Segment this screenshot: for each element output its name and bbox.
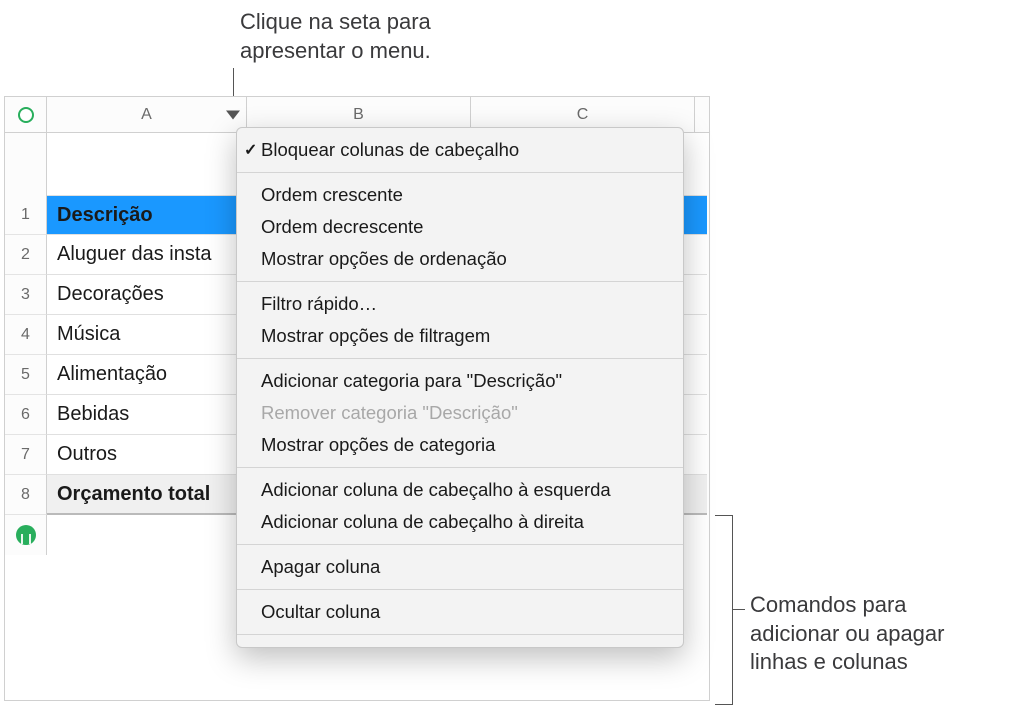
table-cell: Decorações — [47, 283, 247, 306]
column-header-label: C — [577, 106, 589, 124]
annotation-top: Clique na seta para apresentar o menu. — [240, 8, 431, 65]
select-handle-icon — [18, 107, 34, 123]
table-cell: Bebidas — [47, 403, 247, 426]
equals-icon — [16, 525, 36, 545]
select-all-corner[interactable] — [5, 97, 47, 133]
add-row-button[interactable] — [5, 515, 47, 555]
menu-item-sort-ascending[interactable]: Ordem crescente — [237, 179, 683, 211]
column-header-label: B — [353, 106, 364, 124]
menu-separator — [237, 467, 683, 468]
menu-item-remove-category: Remover categoria "Descrição" — [237, 397, 683, 429]
table-footer-cell: Orçamento total — [47, 483, 247, 506]
menu-item-add-category[interactable]: Adicionar categoria para "Descrição" — [237, 365, 683, 397]
menu-separator — [237, 544, 683, 545]
row-header-5[interactable]: 5 — [5, 355, 47, 395]
menu-item-category-options[interactable]: Mostrar opções de categoria — [237, 429, 683, 461]
row-header-6[interactable]: 6 — [5, 395, 47, 435]
menu-item-delete-column[interactable]: Apagar coluna — [237, 551, 683, 583]
menu-item-add-header-column-left[interactable]: Adicionar coluna de cabeçalho à esquerda — [237, 474, 683, 506]
annotation-right: Comandos para adicionar ou apagar linhas… — [750, 591, 944, 677]
annotation-bracket — [715, 515, 733, 705]
menu-item-filter-options[interactable]: Mostrar opções de filtragem — [237, 320, 683, 352]
menu-item-hide-column[interactable]: Ocultar coluna — [237, 596, 683, 628]
row-header-1[interactable]: 1 — [5, 195, 47, 235]
row-header-7[interactable]: 7 — [5, 435, 47, 475]
row-header-4[interactable]: 4 — [5, 315, 47, 355]
menu-separator — [237, 358, 683, 359]
column-dropdown-menu: Bloquear colunas de cabeçalho Ordem cres… — [236, 127, 684, 648]
menu-separator — [237, 589, 683, 590]
table-cell: Alimentação — [47, 363, 247, 386]
row-header-2[interactable]: 2 — [5, 235, 47, 275]
menu-item-sort-descending[interactable]: Ordem decrescente — [237, 211, 683, 243]
table-cell: Outros — [47, 443, 247, 466]
menu-separator — [237, 634, 683, 635]
table-cell: Aluguer das insta — [47, 243, 247, 266]
menu-separator — [237, 172, 683, 173]
menu-separator — [237, 281, 683, 282]
column-header-label: A — [141, 106, 152, 124]
table-header-cell: Descrição — [47, 204, 247, 227]
menu-item-freeze-header-columns[interactable]: Bloquear colunas de cabeçalho — [237, 134, 683, 166]
menu-item-quick-filter[interactable]: Filtro rápido… — [237, 288, 683, 320]
menu-item-sort-options[interactable]: Mostrar opções de ordenação — [237, 243, 683, 275]
annotation-bracket-stem — [733, 609, 745, 610]
row-headers: 1 2 3 4 5 6 7 8 — [5, 133, 47, 555]
chevron-down-icon[interactable] — [226, 110, 240, 119]
menu-item-add-header-column-right[interactable]: Adicionar coluna de cabeçalho à direita — [237, 506, 683, 538]
row-header-8[interactable]: 8 — [5, 475, 47, 515]
table-cell: Música — [47, 323, 247, 346]
row-header-3[interactable]: 3 — [5, 275, 47, 315]
column-header-a[interactable]: A — [47, 97, 247, 132]
